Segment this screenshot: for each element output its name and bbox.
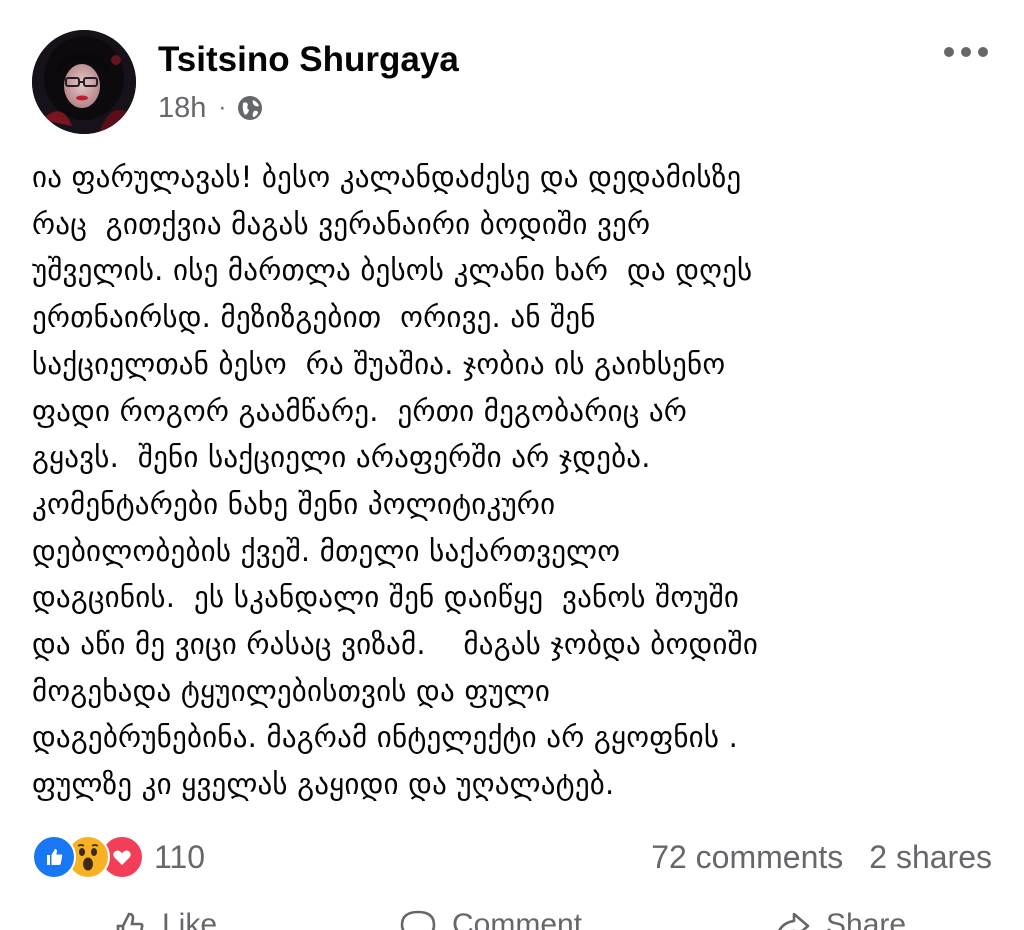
like-icon bbox=[32, 835, 76, 879]
post-text-line: ფულზე კი ყველას გაყიდი და უღალატებ. bbox=[32, 767, 615, 802]
share-button[interactable]: Share bbox=[772, 908, 906, 930]
post-text-line: ფადი როგორ გაამწარე. ერთი მეგობარიც არ bbox=[32, 393, 688, 428]
post-text-line: დაგებრუნებინა. მაგრამ ინტელექტი არ გყოფნ… bbox=[32, 720, 739, 755]
engagement-counts: 72 comments 2 shares bbox=[651, 836, 992, 878]
comment-button[interactable]: Comment bbox=[398, 908, 582, 930]
more-dot bbox=[978, 47, 988, 57]
post-text: ია ფარულავას! ბესო კალანდაძესე და დედამი… bbox=[32, 154, 1007, 808]
avatar-image bbox=[32, 30, 136, 134]
like-label: Like bbox=[162, 908, 218, 930]
post-text-line: ია ფარულავას! ბესო კალანდაძესე და დედამი… bbox=[32, 160, 742, 194]
post-text-line: გყავს. შენი საქციელი არაფერში არ ჯდება. bbox=[32, 440, 651, 475]
comment-label: Comment bbox=[452, 908, 583, 930]
more-dot bbox=[944, 47, 954, 57]
like-button[interactable]: Like bbox=[108, 908, 217, 930]
globe-icon bbox=[238, 96, 263, 120]
meta-separator: · bbox=[218, 94, 227, 121]
post-timestamp[interactable]: 18h bbox=[158, 92, 206, 125]
post-text-line: რაც გითქვია მაგას ვერანაირი ბოდიში ვერ bbox=[32, 206, 651, 241]
author-name[interactable]: Tsitsino Shurgaya bbox=[158, 38, 459, 82]
post-action-bar: Like Comment Share bbox=[0, 904, 1024, 930]
post-stats: 110 72 comments 2 shares bbox=[32, 835, 992, 879]
share-icon bbox=[778, 912, 810, 930]
author-avatar[interactable] bbox=[32, 30, 136, 134]
more-dot bbox=[961, 47, 971, 57]
share-label: Share bbox=[826, 908, 907, 930]
comment-icon bbox=[400, 910, 436, 930]
post-text-line: დებილობების ქვეშ. მთელი საქართველო bbox=[32, 533, 621, 568]
more-options-icon[interactable] bbox=[944, 42, 988, 62]
post-text-line: კომენტარები ნახე შენი პოლიტიკური bbox=[32, 486, 556, 521]
facebook-post: Tsitsino Shurgaya 18h · ია ფარულავას! ბე… bbox=[0, 0, 1024, 930]
post-meta: 18h · bbox=[158, 88, 264, 128]
post-text-line: უშველის. ისე მართლა ბესოს კლანი ხარ და დ… bbox=[32, 253, 753, 288]
post-text-line: და აწი მე ვიცი რასაც ვიზამ. მაგას ჯობდა … bbox=[32, 627, 759, 662]
reactions-summary[interactable]: 110 bbox=[32, 835, 206, 879]
post-text-line: ერთნაირსდ. მეზიზგებით ორივე. ან შენ bbox=[32, 300, 596, 335]
post-text-line: საქციელთან ბესო რა შუაშია. ჯობია ის გაიხ… bbox=[32, 346, 726, 381]
shares-count[interactable]: 2 shares bbox=[869, 839, 992, 876]
thumbs-up-icon bbox=[116, 912, 144, 930]
post-text-line: მოგეხადა ტყუილებისთვის და ფული bbox=[32, 673, 551, 708]
reaction-count: 110 bbox=[154, 838, 206, 875]
comments-count[interactable]: 72 comments bbox=[651, 839, 843, 876]
post-text-line: დაგცინის. ეს სკანდალი შენ დაიწყე ვანოს შ… bbox=[32, 580, 740, 615]
